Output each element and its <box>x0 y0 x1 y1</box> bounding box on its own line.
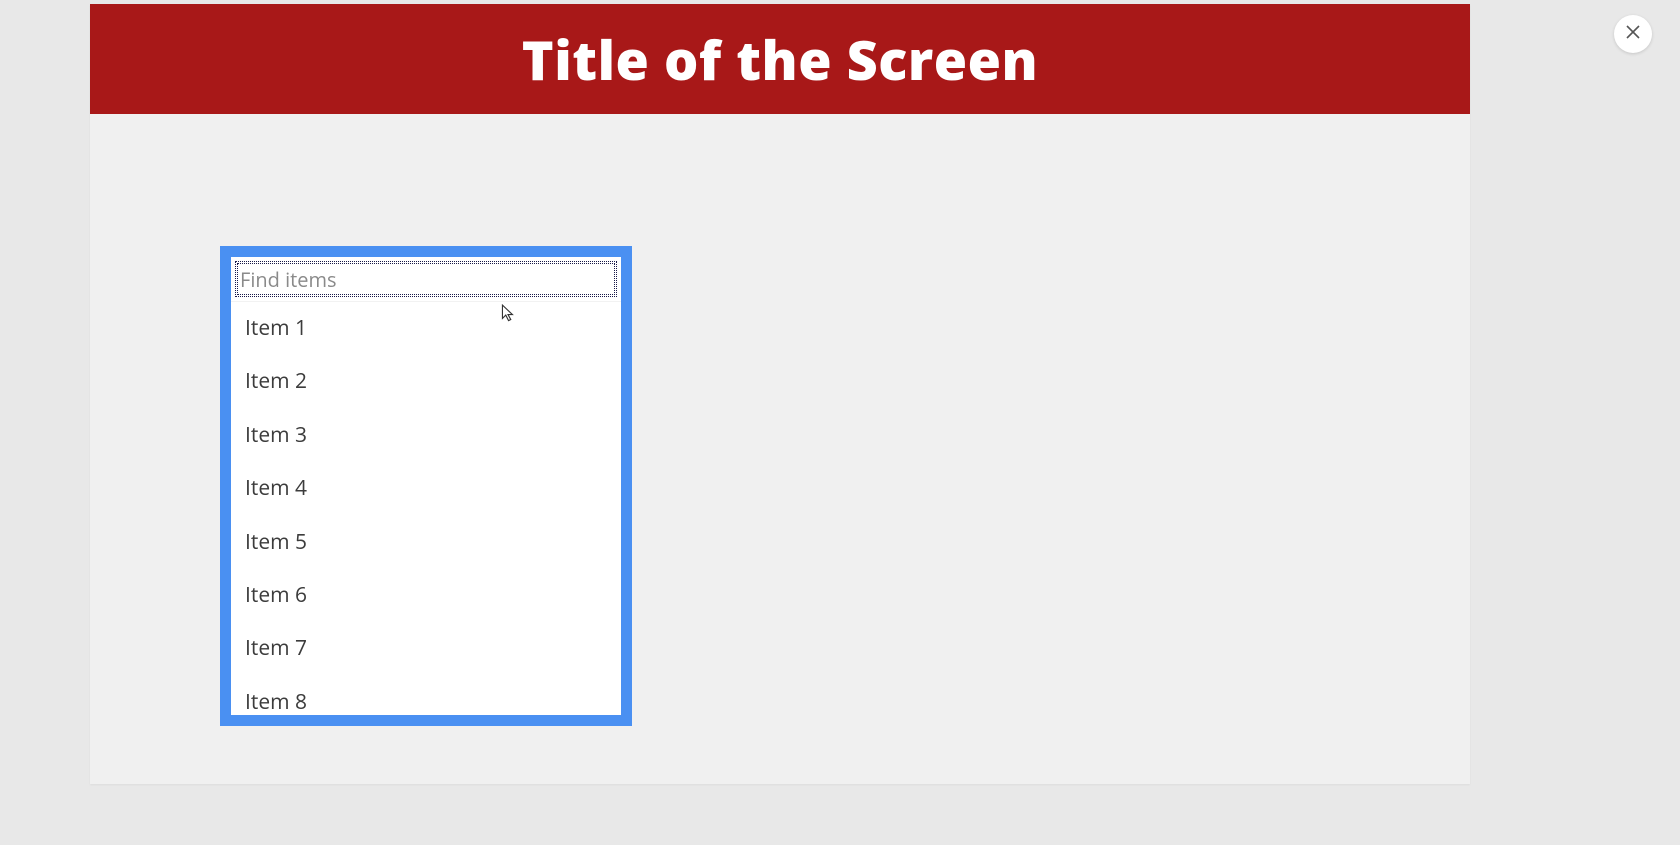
main-panel: Title of the Screen Item 1 Item 2 Item 3… <box>90 4 1470 784</box>
close-icon <box>1625 23 1641 45</box>
list-item[interactable]: Item 7 <box>231 622 621 675</box>
list-item[interactable]: Item 3 <box>231 409 621 462</box>
list-item[interactable]: Item 6 <box>231 569 621 622</box>
dropdown-list: Item 1 Item 2 Item 3 Item 4 Item 5 Item … <box>231 302 621 715</box>
list-item[interactable]: Item 2 <box>231 355 621 408</box>
filter-dropdown: Item 1 Item 2 Item 3 Item 4 Item 5 Item … <box>220 246 632 726</box>
close-button[interactable] <box>1614 15 1652 53</box>
dropdown-scroll[interactable]: Item 1 Item 2 Item 3 Item 4 Item 5 Item … <box>231 302 621 715</box>
list-item[interactable]: Item 5 <box>231 516 621 569</box>
page-title: Title of the Screen <box>522 22 1038 96</box>
list-item[interactable]: Item 1 <box>231 302 621 355</box>
search-input[interactable] <box>235 261 617 297</box>
header-bar: Title of the Screen <box>90 4 1470 114</box>
search-wrap <box>231 257 621 302</box>
list-item[interactable]: Item 4 <box>231 462 621 515</box>
list-item[interactable]: Item 8 <box>231 676 621 715</box>
